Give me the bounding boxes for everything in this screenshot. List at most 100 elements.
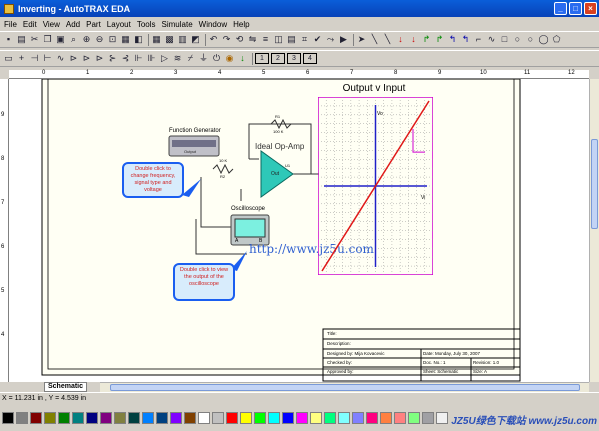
minimize-button[interactable]: _ [554,2,567,15]
layer-1-icon[interactable]: 1 [255,53,269,64]
color-swatch[interactable] [380,411,392,424]
pin-red-icon[interactable]: ↓ [395,34,406,45]
menu-help[interactable]: Help [233,20,249,29]
color-swatch[interactable] [156,411,168,424]
color-swatch[interactable] [114,411,126,424]
arc-icon[interactable]: ◯ [538,34,549,45]
color-swatch[interactable] [2,411,14,424]
wire-tool-icon[interactable]: ╲ [369,34,380,45]
ground-icon[interactable]: ⏚ [198,53,209,64]
color-swatch[interactable] [240,411,252,424]
inductor-icon[interactable]: ∿ [55,53,66,64]
horizontal-scroll-thumb[interactable] [110,384,580,391]
color-swatch[interactable] [198,411,210,424]
color-swatch[interactable] [128,411,140,424]
color-swatch[interactable] [226,411,238,424]
color-swatch[interactable] [212,411,224,424]
menu-add[interactable]: Add [66,20,80,29]
layers-icon[interactable]: ◧ [133,34,144,45]
layer-2-icon[interactable]: 2 [271,53,285,64]
bezier-icon[interactable]: ∿ [486,34,497,45]
node-icon[interactable]: + [16,53,27,64]
jfet-icon[interactable]: ⊪ [146,53,157,64]
netlist-icon[interactable]: ⌗ [299,34,310,45]
color-swatch[interactable] [408,411,420,424]
diode-icon[interactable]: ⊳ [68,53,79,64]
line-tool-icon[interactable]: ╲ [382,34,393,45]
board-icon[interactable]: ▦ [120,34,131,45]
redo-icon[interactable]: ↷ [221,34,232,45]
color-swatch[interactable] [268,411,280,424]
color-swatch[interactable] [100,411,112,424]
color-swatch[interactable] [352,411,364,424]
port-icon[interactable]: ↰ [447,34,458,45]
simulate-icon[interactable]: ▶ [338,34,349,45]
cut-icon[interactable]: ✂ [29,34,40,45]
copy-icon[interactable]: ❐ [42,34,53,45]
source-icon[interactable]: ◉ [224,53,235,64]
group-icon[interactable]: ◫ [273,34,284,45]
color-swatch[interactable] [338,411,350,424]
menu-edit[interactable]: Edit [23,20,37,29]
color-swatch[interactable] [366,411,378,424]
bus-icon[interactable]: ↱ [421,34,432,45]
layer-3-icon[interactable]: 3 [287,53,301,64]
circle-icon[interactable]: ○ [512,34,523,45]
color-swatch[interactable] [422,411,434,424]
menu-part[interactable]: Part [86,20,101,29]
color-swatch[interactable] [30,411,42,424]
zoom-out-icon[interactable]: ⊖ [94,34,105,45]
menu-file[interactable]: File [4,20,17,29]
color-swatch[interactable] [394,411,406,424]
switch-icon[interactable]: ⌿ [185,53,196,64]
color-swatch[interactable] [58,411,70,424]
select-arrow-icon[interactable]: ➤ [356,34,367,45]
polygon-icon[interactable]: ⬠ [551,34,562,45]
color-swatch[interactable] [72,411,84,424]
opamp-icon[interactable]: ▷ [159,53,170,64]
align-icon[interactable]: ≡ [260,34,271,45]
color-swatch[interactable] [86,411,98,424]
ellipse-icon[interactable]: ○ [525,34,536,45]
vertical-scroll-thumb[interactable] [591,139,598,229]
zener-icon[interactable]: ⊳ [81,53,92,64]
component-icon[interactable]: ◩ [190,34,201,45]
transformer-icon[interactable]: ≋ [172,53,183,64]
horizontal-scrollbar[interactable] [100,382,589,392]
mosfet-icon[interactable]: ⊩ [133,53,144,64]
color-swatch[interactable] [324,411,336,424]
maximize-button[interactable]: □ [569,2,582,15]
close-button[interactable]: × [584,2,597,15]
grid-snap-icon[interactable]: ▩ [164,34,175,45]
transistor-npn-icon[interactable]: ⊱ [107,53,118,64]
print-icon[interactable]: ▤ [16,34,27,45]
zoom-icon[interactable]: ⌕ [68,34,79,45]
menu-tools[interactable]: Tools [137,20,156,29]
zoom-in-icon[interactable]: ⊕ [81,34,92,45]
menu-view[interactable]: View [43,20,60,29]
color-swatch[interactable] [44,411,56,424]
color-swatch[interactable] [296,411,308,424]
layer-4-icon[interactable]: 4 [303,53,317,64]
color-swatch[interactable] [254,411,266,424]
save-icon[interactable]: ▪ [3,34,14,45]
schematic-canvas[interactable]: Function Generator Output Oscilloscope A… [9,79,589,382]
resistor-icon[interactable]: ▭ [3,53,14,64]
color-swatch[interactable] [310,411,322,424]
menu-simulate[interactable]: Simulate [162,20,193,29]
flip-icon[interactable]: ⇋ [247,34,258,45]
paste-icon[interactable]: ▣ [55,34,66,45]
color-swatch[interactable] [16,411,28,424]
transistor-pnp-icon[interactable]: ⊰ [120,53,131,64]
grid-icon[interactable]: ▦ [151,34,162,45]
junction-icon[interactable]: ↰ [460,34,471,45]
route-icon[interactable]: ⤳ [325,34,336,45]
tab-schematic[interactable]: Schematic [44,382,88,392]
color-swatch[interactable] [142,411,154,424]
library-icon[interactable]: ▤ [286,34,297,45]
pin-down-icon[interactable]: ↓ [408,34,419,45]
capacitor-icon[interactable]: ⊣ [29,53,40,64]
rotate-icon[interactable]: ⟲ [234,34,245,45]
color-swatch[interactable] [184,411,196,424]
menu-window[interactable]: Window [199,20,227,29]
